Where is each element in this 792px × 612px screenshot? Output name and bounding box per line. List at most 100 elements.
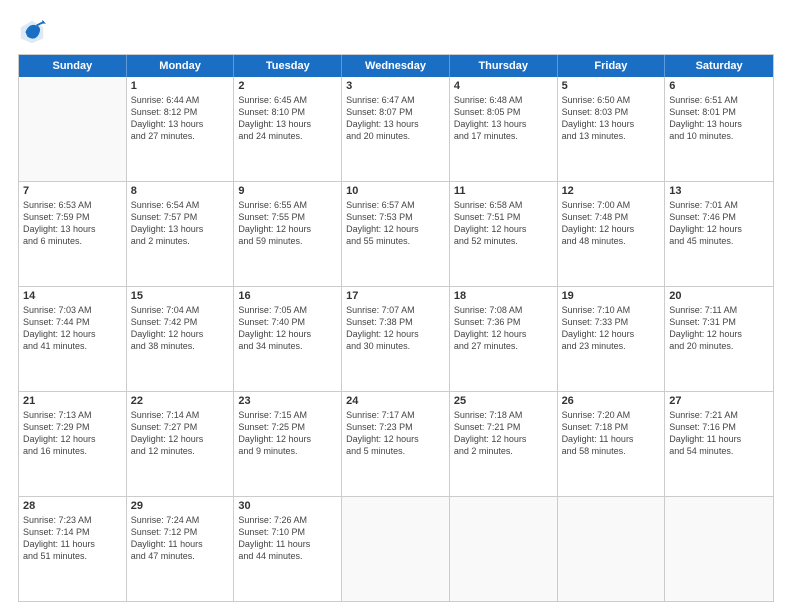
calendar-cell: 2 Sunrise: 6:45 AM Sunset: 8:10 PM Daylig… xyxy=(234,77,342,181)
calendar-cell: 15 Sunrise: 7:04 AM Sunset: 7:42 PM Dayli… xyxy=(127,287,235,391)
calendar-cell: 12 Sunrise: 7:00 AM Sunset: 7:48 PM Dayli… xyxy=(558,182,666,286)
day-number: 13 xyxy=(669,185,769,197)
day-number: 24 xyxy=(346,395,445,407)
day-number: 8 xyxy=(131,185,230,197)
day-info: Sunrise: 7:07 AM Sunset: 7:38 PM Dayligh… xyxy=(346,304,445,353)
day-number: 22 xyxy=(131,395,230,407)
day-number: 26 xyxy=(562,395,661,407)
calendar-cell: 21 Sunrise: 7:13 AM Sunset: 7:29 PM Dayli… xyxy=(19,392,127,496)
day-number: 6 xyxy=(669,80,769,92)
calendar-cell: 24 Sunrise: 7:17 AM Sunset: 7:23 PM Dayli… xyxy=(342,392,450,496)
day-number: 12 xyxy=(562,185,661,197)
logo-icon xyxy=(18,18,46,46)
logo xyxy=(18,18,50,46)
calendar-week-4: 21 Sunrise: 7:13 AM Sunset: 7:29 PM Dayli… xyxy=(19,392,773,497)
calendar-cell: 1 Sunrise: 6:44 AM Sunset: 8:12 PM Daylig… xyxy=(127,77,235,181)
calendar-cell xyxy=(450,497,558,601)
calendar-cell: 14 Sunrise: 7:03 AM Sunset: 7:44 PM Dayli… xyxy=(19,287,127,391)
calendar-cell: 10 Sunrise: 6:57 AM Sunset: 7:53 PM Dayli… xyxy=(342,182,450,286)
calendar-cell xyxy=(19,77,127,181)
calendar-cell: 6 Sunrise: 6:51 AM Sunset: 8:01 PM Daylig… xyxy=(665,77,773,181)
day-number: 21 xyxy=(23,395,122,407)
day-info: Sunrise: 7:03 AM Sunset: 7:44 PM Dayligh… xyxy=(23,304,122,353)
header-day-tuesday: Tuesday xyxy=(234,55,342,77)
calendar-cell: 11 Sunrise: 6:58 AM Sunset: 7:51 PM Dayli… xyxy=(450,182,558,286)
calendar-cell: 9Sunrise: 6:55 AM Sunset: 7:55 PM Daylig… xyxy=(234,182,342,286)
calendar-cell: 19 Sunrise: 7:10 AM Sunset: 7:33 PM Dayli… xyxy=(558,287,666,391)
day-info: Sunrise: 7:20 AM Sunset: 7:18 PM Dayligh… xyxy=(562,409,661,458)
header-day-thursday: Thursday xyxy=(450,55,558,77)
calendar-cell: 26 Sunrise: 7:20 AM Sunset: 7:18 PM Dayli… xyxy=(558,392,666,496)
calendar-cell: 20Sunrise: 7:11 AM Sunset: 7:31 PM Dayli… xyxy=(665,287,773,391)
calendar-cell xyxy=(665,497,773,601)
calendar-cell: 16 Sunrise: 7:05 AM Sunset: 7:40 PM Dayli… xyxy=(234,287,342,391)
day-info: Sunrise: 6:55 AM Sunset: 7:55 PM Dayligh… xyxy=(238,199,337,248)
day-info: Sunrise: 7:10 AM Sunset: 7:33 PM Dayligh… xyxy=(562,304,661,353)
day-number: 11 xyxy=(454,185,553,197)
calendar-cell: 8Sunrise: 6:54 AM Sunset: 7:57 PM Daylig… xyxy=(127,182,235,286)
calendar-header-row: SundayMondayTuesdayWednesdayThursdayFrid… xyxy=(19,55,773,77)
day-info: Sunrise: 6:45 AM Sunset: 8:10 PM Dayligh… xyxy=(238,94,337,143)
day-number: 7 xyxy=(23,185,122,197)
header-day-sunday: Sunday xyxy=(19,55,127,77)
day-info: Sunrise: 7:18 AM Sunset: 7:21 PM Dayligh… xyxy=(454,409,553,458)
day-number: 28 xyxy=(23,500,122,512)
day-number: 25 xyxy=(454,395,553,407)
day-number: 29 xyxy=(131,500,230,512)
day-number: 2 xyxy=(238,80,337,92)
day-number: 27 xyxy=(669,395,769,407)
header-day-wednesday: Wednesday xyxy=(342,55,450,77)
calendar-cell: 7 Sunrise: 6:53 AM Sunset: 7:59 PM Daylig… xyxy=(19,182,127,286)
day-number: 18 xyxy=(454,290,553,302)
day-number: 23 xyxy=(238,395,337,407)
calendar-week-5: 28 Sunrise: 7:23 AM Sunset: 7:14 PM Dayli… xyxy=(19,497,773,601)
day-info: Sunrise: 7:26 AM Sunset: 7:10 PM Dayligh… xyxy=(238,514,337,563)
header-day-saturday: Saturday xyxy=(665,55,773,77)
day-info: Sunrise: 6:57 AM Sunset: 7:53 PM Dayligh… xyxy=(346,199,445,248)
day-info: Sunrise: 7:13 AM Sunset: 7:29 PM Dayligh… xyxy=(23,409,122,458)
day-number: 1 xyxy=(131,80,230,92)
day-info: Sunrise: 6:44 AM Sunset: 8:12 PM Dayligh… xyxy=(131,94,230,143)
day-info: Sunrise: 6:47 AM Sunset: 8:07 PM Dayligh… xyxy=(346,94,445,143)
header-day-friday: Friday xyxy=(558,55,666,77)
calendar-cell: 28 Sunrise: 7:23 AM Sunset: 7:14 PM Dayli… xyxy=(19,497,127,601)
header-day-monday: Monday xyxy=(127,55,235,77)
day-info: Sunrise: 7:15 AM Sunset: 7:25 PM Dayligh… xyxy=(238,409,337,458)
calendar-cell: 29 Sunrise: 7:24 AM Sunset: 7:12 PM Dayli… xyxy=(127,497,235,601)
day-number: 14 xyxy=(23,290,122,302)
day-number: 16 xyxy=(238,290,337,302)
calendar: SundayMondayTuesdayWednesdayThursdayFrid… xyxy=(18,54,774,602)
day-info: Sunrise: 7:00 AM Sunset: 7:48 PM Dayligh… xyxy=(562,199,661,248)
calendar-cell: 30Sunrise: 7:26 AM Sunset: 7:10 PM Dayli… xyxy=(234,497,342,601)
day-number: 10 xyxy=(346,185,445,197)
day-info: Sunrise: 7:17 AM Sunset: 7:23 PM Dayligh… xyxy=(346,409,445,458)
calendar-week-1: 1 Sunrise: 6:44 AM Sunset: 8:12 PM Daylig… xyxy=(19,77,773,182)
calendar-cell: 13 Sunrise: 7:01 AM Sunset: 7:46 PM Dayli… xyxy=(665,182,773,286)
calendar-cell: 25 Sunrise: 7:18 AM Sunset: 7:21 PM Dayli… xyxy=(450,392,558,496)
day-info: Sunrise: 7:24 AM Sunset: 7:12 PM Dayligh… xyxy=(131,514,230,563)
calendar-week-2: 7 Sunrise: 6:53 AM Sunset: 7:59 PM Daylig… xyxy=(19,182,773,287)
day-number: 3 xyxy=(346,80,445,92)
day-number: 4 xyxy=(454,80,553,92)
day-info: Sunrise: 6:58 AM Sunset: 7:51 PM Dayligh… xyxy=(454,199,553,248)
day-info: Sunrise: 7:21 AM Sunset: 7:16 PM Dayligh… xyxy=(669,409,769,458)
day-info: Sunrise: 7:01 AM Sunset: 7:46 PM Dayligh… xyxy=(669,199,769,248)
calendar-cell: 22 Sunrise: 7:14 AM Sunset: 7:27 PM Dayli… xyxy=(127,392,235,496)
calendar-body: 1 Sunrise: 6:44 AM Sunset: 8:12 PM Daylig… xyxy=(19,77,773,601)
day-number: 5 xyxy=(562,80,661,92)
calendar-cell: 4Sunrise: 6:48 AM Sunset: 8:05 PM Daylig… xyxy=(450,77,558,181)
day-number: 15 xyxy=(131,290,230,302)
day-info: Sunrise: 7:14 AM Sunset: 7:27 PM Dayligh… xyxy=(131,409,230,458)
day-number: 19 xyxy=(562,290,661,302)
calendar-cell: 17Sunrise: 7:07 AM Sunset: 7:38 PM Dayli… xyxy=(342,287,450,391)
day-info: Sunrise: 7:08 AM Sunset: 7:36 PM Dayligh… xyxy=(454,304,553,353)
day-info: Sunrise: 7:23 AM Sunset: 7:14 PM Dayligh… xyxy=(23,514,122,563)
calendar-cell: 5Sunrise: 6:50 AM Sunset: 8:03 PM Daylig… xyxy=(558,77,666,181)
day-info: Sunrise: 7:04 AM Sunset: 7:42 PM Dayligh… xyxy=(131,304,230,353)
page: SundayMondayTuesdayWednesdayThursdayFrid… xyxy=(0,0,792,612)
day-info: Sunrise: 6:53 AM Sunset: 7:59 PM Dayligh… xyxy=(23,199,122,248)
header xyxy=(18,18,774,46)
day-info: Sunrise: 6:51 AM Sunset: 8:01 PM Dayligh… xyxy=(669,94,769,143)
day-info: Sunrise: 7:05 AM Sunset: 7:40 PM Dayligh… xyxy=(238,304,337,353)
calendar-cell: 27 Sunrise: 7:21 AM Sunset: 7:16 PM Dayli… xyxy=(665,392,773,496)
